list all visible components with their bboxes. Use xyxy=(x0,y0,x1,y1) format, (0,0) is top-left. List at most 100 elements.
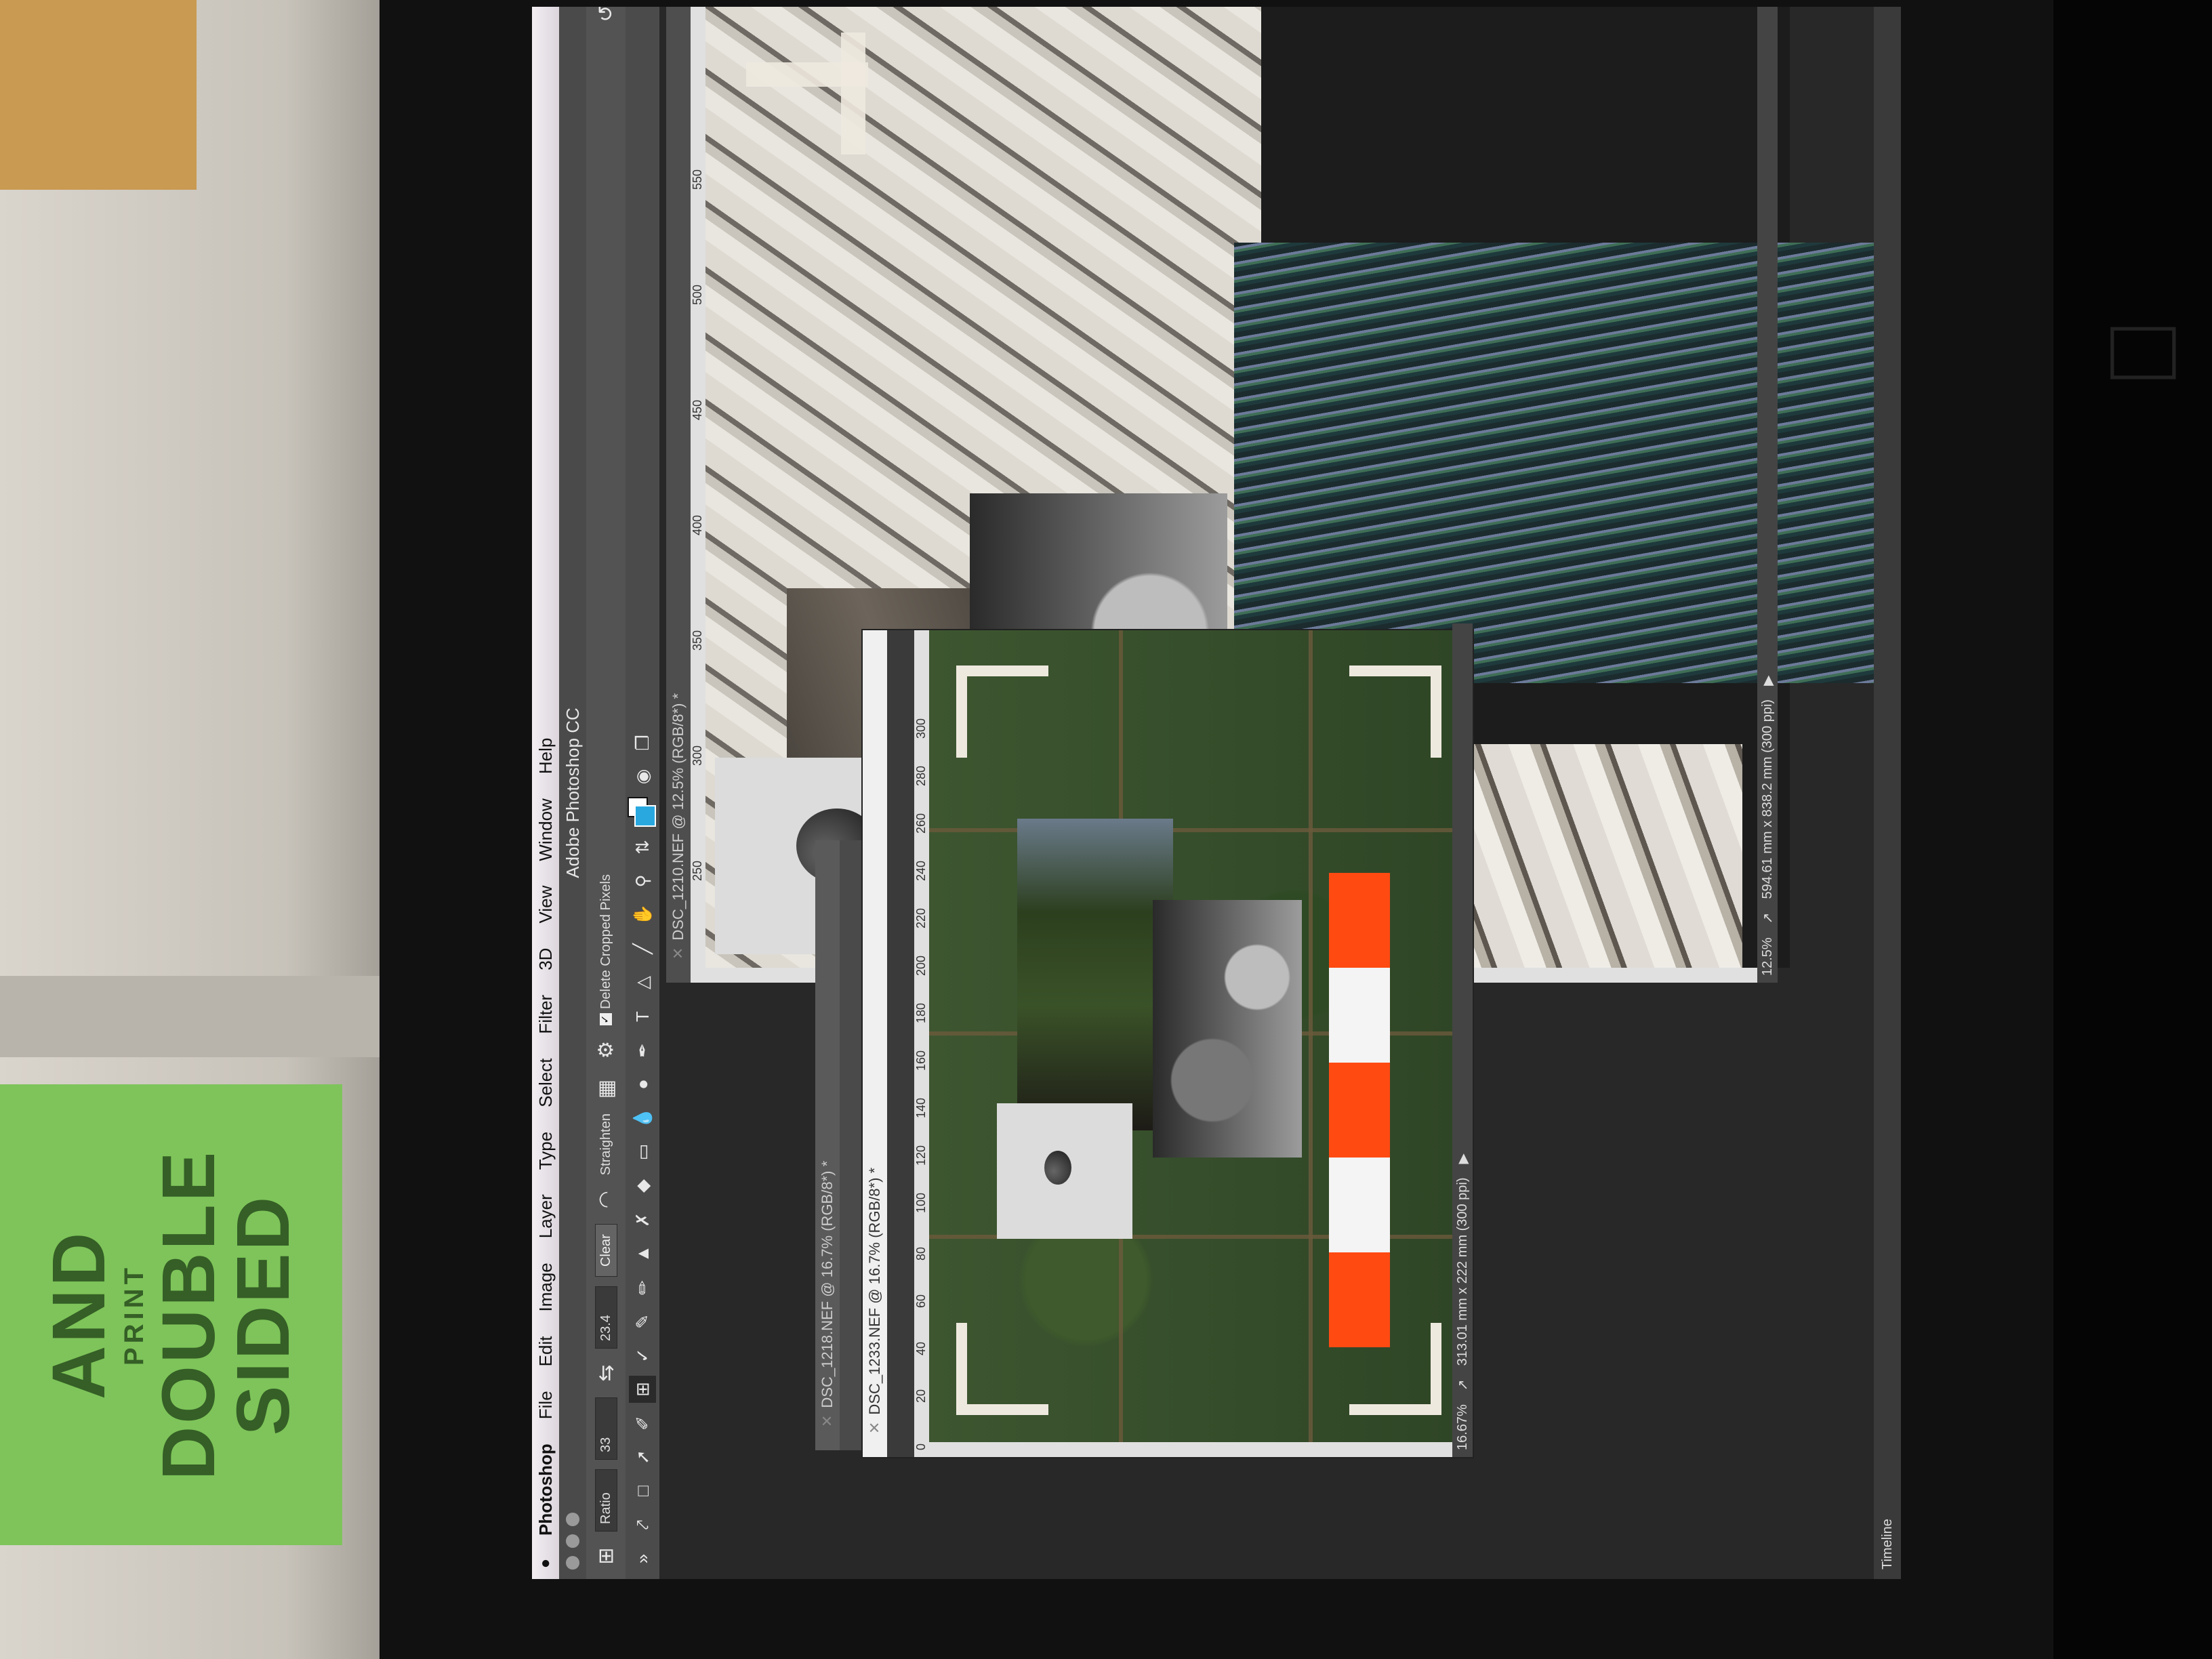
zoom-level[interactable]: 12.5% xyxy=(1760,937,1776,976)
gear-icon[interactable]: ⚙ xyxy=(594,1035,618,1065)
corner-marker xyxy=(1349,1323,1441,1415)
ruler-label-280: 280 xyxy=(914,765,928,786)
menu-file[interactable]: File xyxy=(535,1378,556,1431)
document-tab-dsc1210[interactable]: ✕ DSC_1210.NEF @ 12.5% (RGB/8*) * xyxy=(666,7,691,983)
sign-line-3: DOUBLE xyxy=(146,1149,230,1481)
menu-edit[interactable]: Edit xyxy=(535,1324,556,1379)
ruler-label-80: 80 xyxy=(914,1246,928,1261)
gradient-tool-icon[interactable]: ▭ xyxy=(629,1139,656,1166)
ruler-label-500: 500 xyxy=(691,284,704,305)
document-tab-dsc1218[interactable]: ✕ DSC_1218.NEF @ 16.7% (RGB/8*) * xyxy=(815,840,840,1450)
sign-line-2: PRINT xyxy=(119,1264,149,1366)
ruler-label-550: 550 xyxy=(691,169,704,190)
history-brush-tool-icon[interactable]: ✗ xyxy=(629,1206,656,1233)
screen-mode-icon[interactable]: ❐ xyxy=(629,729,656,756)
reset-icon[interactable]: ↺ xyxy=(594,7,618,28)
pen-tool-icon[interactable]: ✒ xyxy=(629,1037,656,1064)
ruler-label-200: 200 xyxy=(914,955,928,976)
color-swatches[interactable] xyxy=(628,797,657,827)
menu-3d[interactable]: 3D xyxy=(535,936,556,983)
foreground-color-swatch[interactable] xyxy=(634,805,656,827)
corner-marker xyxy=(1349,665,1441,758)
menu-select[interactable]: Select xyxy=(535,1046,556,1120)
menu-filter[interactable]: Filter xyxy=(535,983,556,1046)
marquee-tool-icon[interactable]: □ xyxy=(629,1477,656,1504)
status-arrow-icon[interactable]: ▶ xyxy=(1759,676,1776,686)
ruler-label-400: 400 xyxy=(691,514,704,535)
menu-type[interactable]: Type xyxy=(535,1120,556,1182)
delete-cropped-label: Delete Cropped Pixels xyxy=(598,874,613,1010)
tab-close-icon[interactable]: ✕ xyxy=(866,1422,884,1434)
orange-sticky-note xyxy=(0,0,197,190)
swap-icon[interactable]: ⇆ xyxy=(594,1358,618,1388)
ruler-label-100: 100 xyxy=(914,1192,928,1213)
share-icon[interactable]: ↗ xyxy=(1454,1379,1471,1391)
move-tool-icon[interactable]: ⤤ xyxy=(629,1511,656,1538)
share-icon[interactable]: ↗ xyxy=(1759,913,1776,924)
menu-app[interactable]: Photoshop xyxy=(535,1431,556,1548)
status-bar-dsc1233: 16.67% ↗ 313.01 mm x 222 mm (300 ppi) ▶ xyxy=(1452,623,1473,1457)
brush-tool-icon[interactable]: ✏ xyxy=(629,1274,656,1301)
blur-tool-icon[interactable]: 💧 xyxy=(629,1105,656,1132)
delete-cropped-checkbox[interactable]: ✓ Delete Cropped Pixels xyxy=(598,874,614,1026)
swap-colors-icon[interactable]: ⇅ xyxy=(629,834,656,861)
background-dark xyxy=(2053,0,2212,1659)
timeline-panel-tab[interactable]: Timeline xyxy=(1874,7,1901,1579)
crop-tool-icon[interactable]: ⊞ xyxy=(594,1541,618,1571)
ruler-label-220: 220 xyxy=(914,907,928,928)
tape-strip xyxy=(746,62,868,87)
menu-view[interactable]: View xyxy=(535,874,556,936)
heal-tool-icon[interactable]: ✎ xyxy=(629,1308,656,1335)
clear-button[interactable]: Clear xyxy=(594,1224,617,1277)
stamp-tool-icon[interactable]: ▲ xyxy=(629,1240,656,1267)
corner-marker xyxy=(956,1323,1048,1415)
screen: ● Photoshop File Edit Image Layer Type S… xyxy=(532,7,1901,1579)
lasso-tool-icon[interactable]: ➚ xyxy=(629,1443,656,1471)
status-arrow-icon[interactable]: ▶ xyxy=(1454,1153,1471,1164)
crop-tool-button-icon[interactable]: ⊞ xyxy=(629,1376,656,1403)
straighten-label: Straighten xyxy=(598,1113,613,1176)
grid-overlay-icon[interactable]: ▦ xyxy=(594,1074,618,1104)
ruler-label-250: 250 xyxy=(691,860,704,881)
straighten-icon[interactable]: ◠ xyxy=(594,1185,618,1214)
sign-line-1: AND xyxy=(37,1229,121,1400)
document-tab-dsc1233[interactable]: ✕ DSC_1233.NEF @ 16.7% (RGB/8*) * xyxy=(863,630,887,1457)
grass-photo xyxy=(1234,243,1901,683)
tab-close-icon[interactable]: ✕ xyxy=(670,947,687,960)
menu-layer[interactable]: Layer xyxy=(535,1182,556,1250)
menu-window[interactable]: Window xyxy=(535,786,556,873)
ruler-label-240: 240 xyxy=(914,860,928,881)
hand-tool-icon[interactable]: ✋ xyxy=(629,901,656,928)
type-tool-icon[interactable]: T xyxy=(629,1003,656,1030)
width-field[interactable]: 33 xyxy=(594,1397,617,1460)
ruler-label-40: 40 xyxy=(914,1341,928,1355)
rocks-photo xyxy=(1153,900,1302,1158)
menu-image[interactable]: Image xyxy=(535,1250,556,1324)
ruler-label-450: 450 xyxy=(691,399,704,420)
eyedropper-tool-icon[interactable]: ✓ xyxy=(629,1342,656,1369)
ruler-label-120: 120 xyxy=(914,1145,928,1166)
stone-object xyxy=(1044,1151,1071,1185)
ratio-select[interactable]: Ratio xyxy=(594,1469,617,1532)
tab-close-icon[interactable]: ✕ xyxy=(819,1415,836,1427)
collapse-icon[interactable]: » xyxy=(629,1545,656,1572)
zoom-tool-icon[interactable]: ⚲ xyxy=(629,867,656,895)
canvas-dsc1233[interactable] xyxy=(929,630,1452,1442)
menu-help[interactable]: Help xyxy=(535,726,556,786)
dodge-tool-icon[interactable]: ● xyxy=(629,1071,656,1098)
quick-select-tool-icon[interactable]: ✐ xyxy=(629,1410,656,1437)
quick-mask-icon[interactable]: ◉ xyxy=(629,763,656,790)
ruler-label-180: 180 xyxy=(914,1002,928,1023)
path-select-tool-icon[interactable]: △ xyxy=(629,969,656,996)
height-field[interactable]: 23.4 xyxy=(594,1286,617,1349)
corner-marker xyxy=(956,665,1048,758)
apple-menu-icon[interactable]: ● xyxy=(536,1548,555,1579)
eraser-tool-icon[interactable]: ◆ xyxy=(629,1172,656,1200)
zoom-level[interactable]: 16.67% xyxy=(1455,1404,1471,1450)
checkbox-mark: ✓ xyxy=(600,1013,612,1026)
shape-tool-icon[interactable]: ╱ xyxy=(629,935,656,962)
document-tab-label: DSC_1218.NEF @ 16.7% (RGB/8*) * xyxy=(819,1160,836,1408)
scale-bar xyxy=(1329,873,1390,1347)
document-size: 594.61 mm x 838.2 mm (300 ppi) xyxy=(1759,699,1775,899)
ruler-label-140: 140 xyxy=(914,1097,928,1118)
